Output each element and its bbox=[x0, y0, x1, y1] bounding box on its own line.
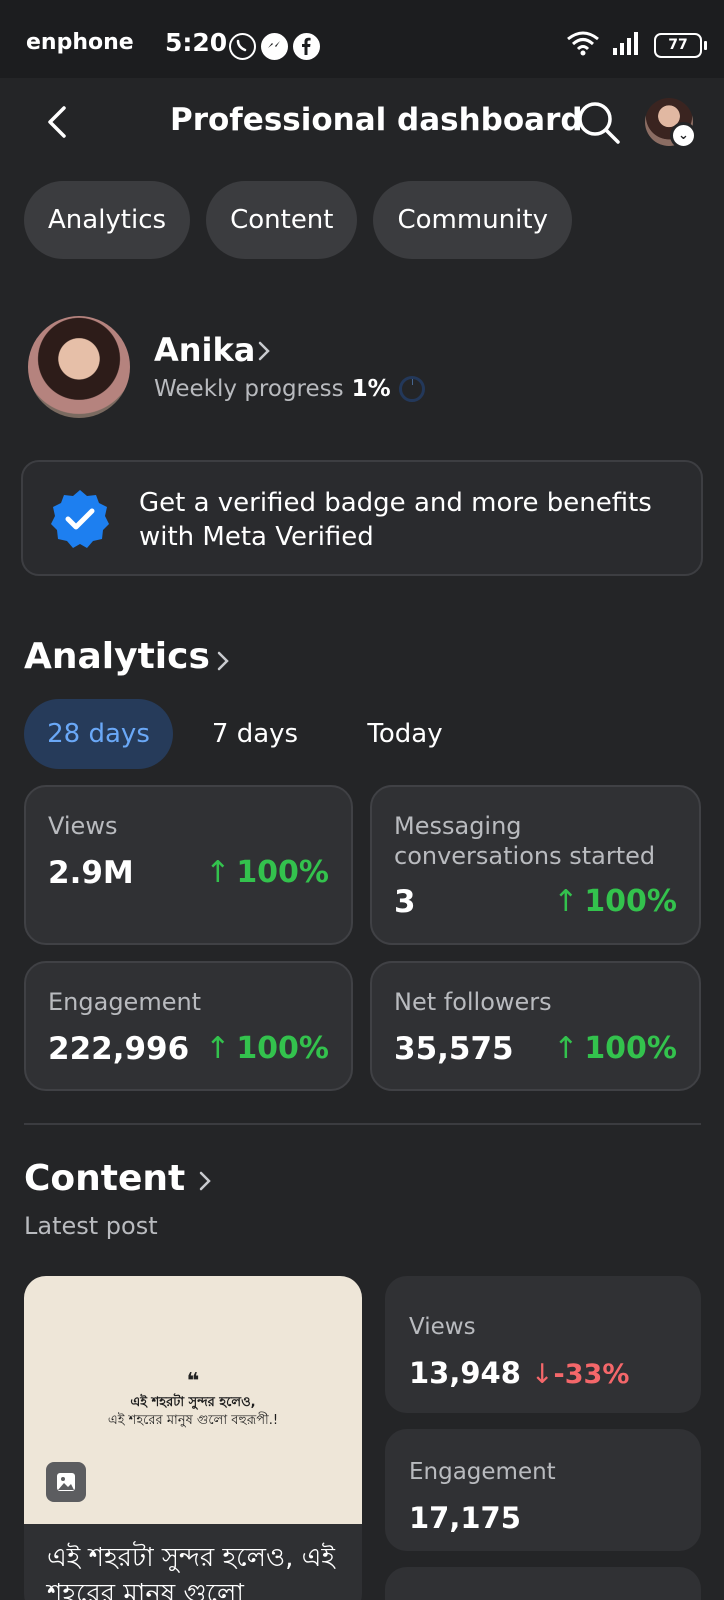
chip-content[interactable]: Content bbox=[206, 181, 358, 259]
chip-analytics[interactable]: Analytics bbox=[24, 181, 191, 259]
top-navigation: Professional dashboard bbox=[0, 78, 724, 168]
quote-mark: ❝ bbox=[186, 1369, 200, 1394]
stat-card-engagement[interactable]: Engagement 222,996 ↑ 100% bbox=[24, 961, 353, 1091]
stat-label: Net followers bbox=[394, 988, 552, 1016]
post-image-text: এই শহরটা সুন্দর হলেও, এই শহরের মানুষ গুল… bbox=[107, 1395, 279, 1428]
chevron-right-icon[interactable] bbox=[255, 339, 273, 363]
stat-label: Views bbox=[48, 812, 118, 840]
section-divider bbox=[24, 1123, 701, 1125]
verified-badge-icon bbox=[49, 488, 111, 550]
profile-photo[interactable] bbox=[28, 316, 130, 418]
wifi-icon bbox=[566, 30, 600, 60]
status-bar: enphone 5:20 77 bbox=[0, 0, 724, 78]
arrow-down-icon: ↓ bbox=[530, 1359, 554, 1390]
mini-label: Engagement bbox=[409, 1459, 556, 1485]
search-icon[interactable] bbox=[574, 98, 622, 146]
post-image: ❝ এই শহরটা সুন্দর হলেও, এই শহরের মানুষ গ… bbox=[24, 1276, 362, 1524]
post-views-card[interactable]: Views 13,948 ↓-33% bbox=[385, 1276, 701, 1413]
status-time: 5:20 bbox=[165, 28, 228, 57]
latest-post-card[interactable]: ❝ এই শহরটা সুন্দর হলেও, এই শহরের মানুষ গ… bbox=[24, 1276, 362, 1600]
status-indicators: 77 bbox=[566, 30, 707, 60]
stat-value: 222,996 bbox=[48, 1031, 190, 1067]
mini-value: 17,175 bbox=[409, 1501, 521, 1535]
stat-label: Engagement bbox=[48, 988, 202, 1016]
analytics-title[interactable]: Analytics bbox=[24, 636, 210, 677]
arrow-up-icon: ↑ bbox=[553, 1031, 579, 1066]
stat-value: 2.9M bbox=[48, 855, 134, 891]
stat-card-views[interactable]: Views 2.9M ↑ 100% bbox=[24, 785, 353, 945]
range-tab-today[interactable]: Today bbox=[340, 699, 470, 769]
range-tab-28-days[interactable]: 28 days bbox=[24, 699, 173, 769]
verified-banner-text: Get a verified badge and more benefits w… bbox=[139, 488, 652, 552]
messenger-icon bbox=[261, 33, 288, 60]
stat-change: ↑ 100% bbox=[205, 1031, 329, 1066]
stat-change: ↑ 100% bbox=[205, 855, 329, 890]
chevron-right-icon[interactable] bbox=[196, 1168, 214, 1194]
chevron-right-icon[interactable] bbox=[214, 648, 232, 674]
image-icon bbox=[46, 1462, 86, 1502]
dashboard-chips: Analytics Content Community bbox=[24, 181, 572, 259]
back-icon[interactable] bbox=[40, 102, 80, 142]
stat-change: ↑ 100% bbox=[553, 884, 677, 919]
content-title[interactable]: Content bbox=[24, 1158, 185, 1199]
range-tab-7-days[interactable]: 7 days bbox=[190, 699, 320, 769]
mini-label: Views bbox=[409, 1314, 476, 1340]
weekly-progress: Weekly progress 1% bbox=[154, 376, 425, 402]
meta-verified-banner[interactable]: Get a verified badge and more benefits w… bbox=[21, 460, 703, 576]
chip-community[interactable]: Community bbox=[373, 181, 572, 259]
arrow-up-icon: ↑ bbox=[553, 884, 579, 919]
weekly-progress-value: 1% bbox=[351, 376, 391, 402]
carrier-name: enphone bbox=[26, 30, 134, 55]
post-extra-card[interactable] bbox=[385, 1567, 701, 1600]
whatsapp-icon bbox=[229, 33, 256, 60]
weekly-progress-label: Weekly progress bbox=[154, 376, 344, 402]
latest-post-label: Latest post bbox=[24, 1212, 158, 1240]
stat-change: ↑ 100% bbox=[553, 1031, 677, 1066]
stat-card-net-followers[interactable]: Net followers 35,575 ↑ 100% bbox=[370, 961, 701, 1091]
account-switch-icon[interactable]: ⌄ bbox=[670, 122, 697, 149]
views-change: ↓-33% bbox=[530, 1359, 630, 1390]
post-engagement-card[interactable]: Engagement 17,175 bbox=[385, 1429, 701, 1551]
stat-card-messaging[interactable]: Messaging conversations started 3 ↑ 100% bbox=[370, 785, 701, 945]
stat-value: 3 bbox=[394, 884, 416, 920]
arrow-up-icon: ↑ bbox=[205, 1031, 231, 1066]
arrow-up-icon: ↑ bbox=[205, 855, 231, 890]
page-title: Professional dashboard bbox=[170, 102, 583, 138]
stat-label: Messaging conversations started bbox=[394, 812, 656, 870]
stat-value: 35,575 bbox=[394, 1031, 514, 1067]
profile-name[interactable]: Anika bbox=[154, 331, 255, 369]
signal-icon bbox=[612, 30, 642, 60]
facebook-icon bbox=[293, 33, 320, 60]
mini-value: 13,948 ↓-33% bbox=[409, 1356, 630, 1390]
post-caption: এই শহরটা সুন্দর হলেও, এই শহরের মানুষ গুল… bbox=[47, 1543, 335, 1600]
battery-icon: 77 bbox=[654, 32, 707, 58]
progress-ring-icon bbox=[398, 376, 425, 402]
